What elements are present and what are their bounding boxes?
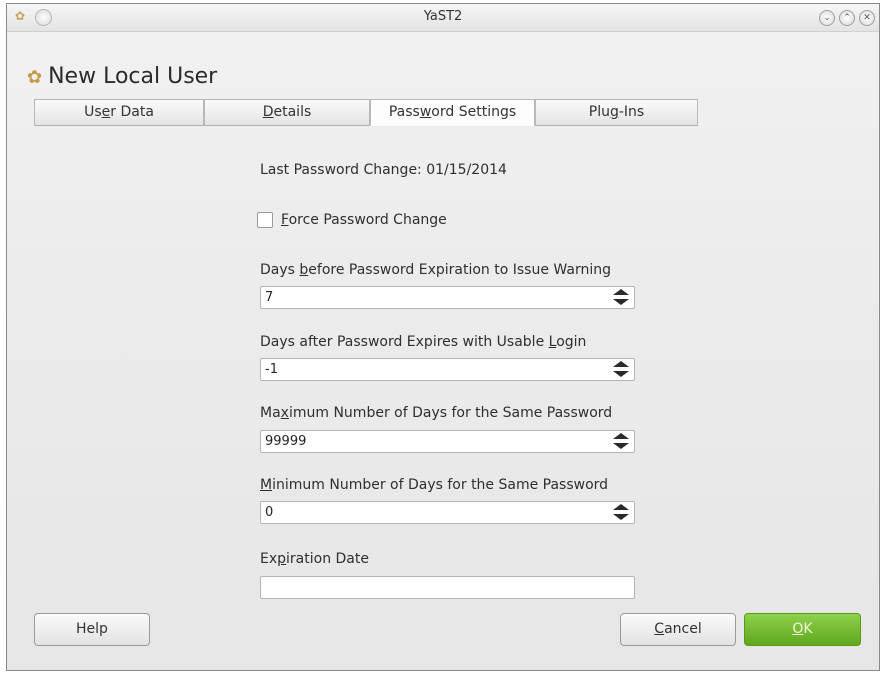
last-password-change-label: Last Password Change: 01/15/2014 — [260, 162, 507, 178]
title-bar: ✿ YaST2 ⌄ ⌃ ✕ — [7, 4, 879, 32]
maximize-icon[interactable]: ⌃ — [839, 10, 855, 26]
spin-arrows-icon[interactable] — [613, 289, 629, 306]
yast2-window: ✿ YaST2 ⌄ ⌃ ✕ ✿ New Local User User Data … — [6, 3, 880, 671]
force-password-change-label[interactable]: Force Password Change — [281, 212, 447, 228]
close-icon[interactable]: ✕ — [859, 10, 875, 26]
force-password-change-checkbox[interactable] — [257, 212, 273, 228]
users-icon: ✿ — [27, 67, 43, 88]
warning-days-label: Days before Password Expiration to Issue… — [260, 262, 611, 278]
cancel-button[interactable]: Cancel — [620, 613, 736, 646]
spin-arrows-icon[interactable] — [613, 433, 629, 450]
tab-bar: User Data Details Password Settings Plug… — [34, 99, 698, 126]
expiration-date-field[interactable] — [260, 576, 635, 599]
tab-user-data[interactable]: User Data — [34, 99, 204, 126]
tab-plug-ins[interactable]: Plug-Ins — [535, 99, 698, 126]
spin-arrows-icon[interactable] — [613, 504, 629, 521]
usable-login-days-spinbox[interactable]: -1 — [260, 358, 635, 381]
tab-details[interactable]: Details — [204, 99, 370, 126]
tab-divider — [34, 125, 698, 126]
ok-button[interactable]: OK — [744, 613, 861, 646]
minimum-days-label: Minimum Number of Days for the Same Pass… — [260, 477, 609, 493]
page-title: ✿ New Local User — [27, 64, 218, 89]
help-button[interactable]: Help — [34, 613, 150, 646]
window-title: YaST2 — [423, 9, 463, 24]
tab-password-settings[interactable]: Password Settings — [370, 99, 535, 126]
maximum-days-spinbox[interactable]: 99999 — [260, 430, 635, 453]
expiration-date-label: Expiration Date — [260, 551, 369, 567]
usable-login-days-label: Days after Password Expires with Usable … — [260, 334, 587, 350]
maximum-days-label: Maximum Number of Days for the Same Pass… — [260, 405, 613, 421]
spin-arrows-icon[interactable] — [613, 361, 629, 378]
minimum-days-spinbox[interactable]: 0 — [260, 501, 635, 524]
warning-days-spinbox[interactable]: 7 — [260, 286, 635, 309]
minimize-icon[interactable]: ⌄ — [819, 10, 835, 26]
